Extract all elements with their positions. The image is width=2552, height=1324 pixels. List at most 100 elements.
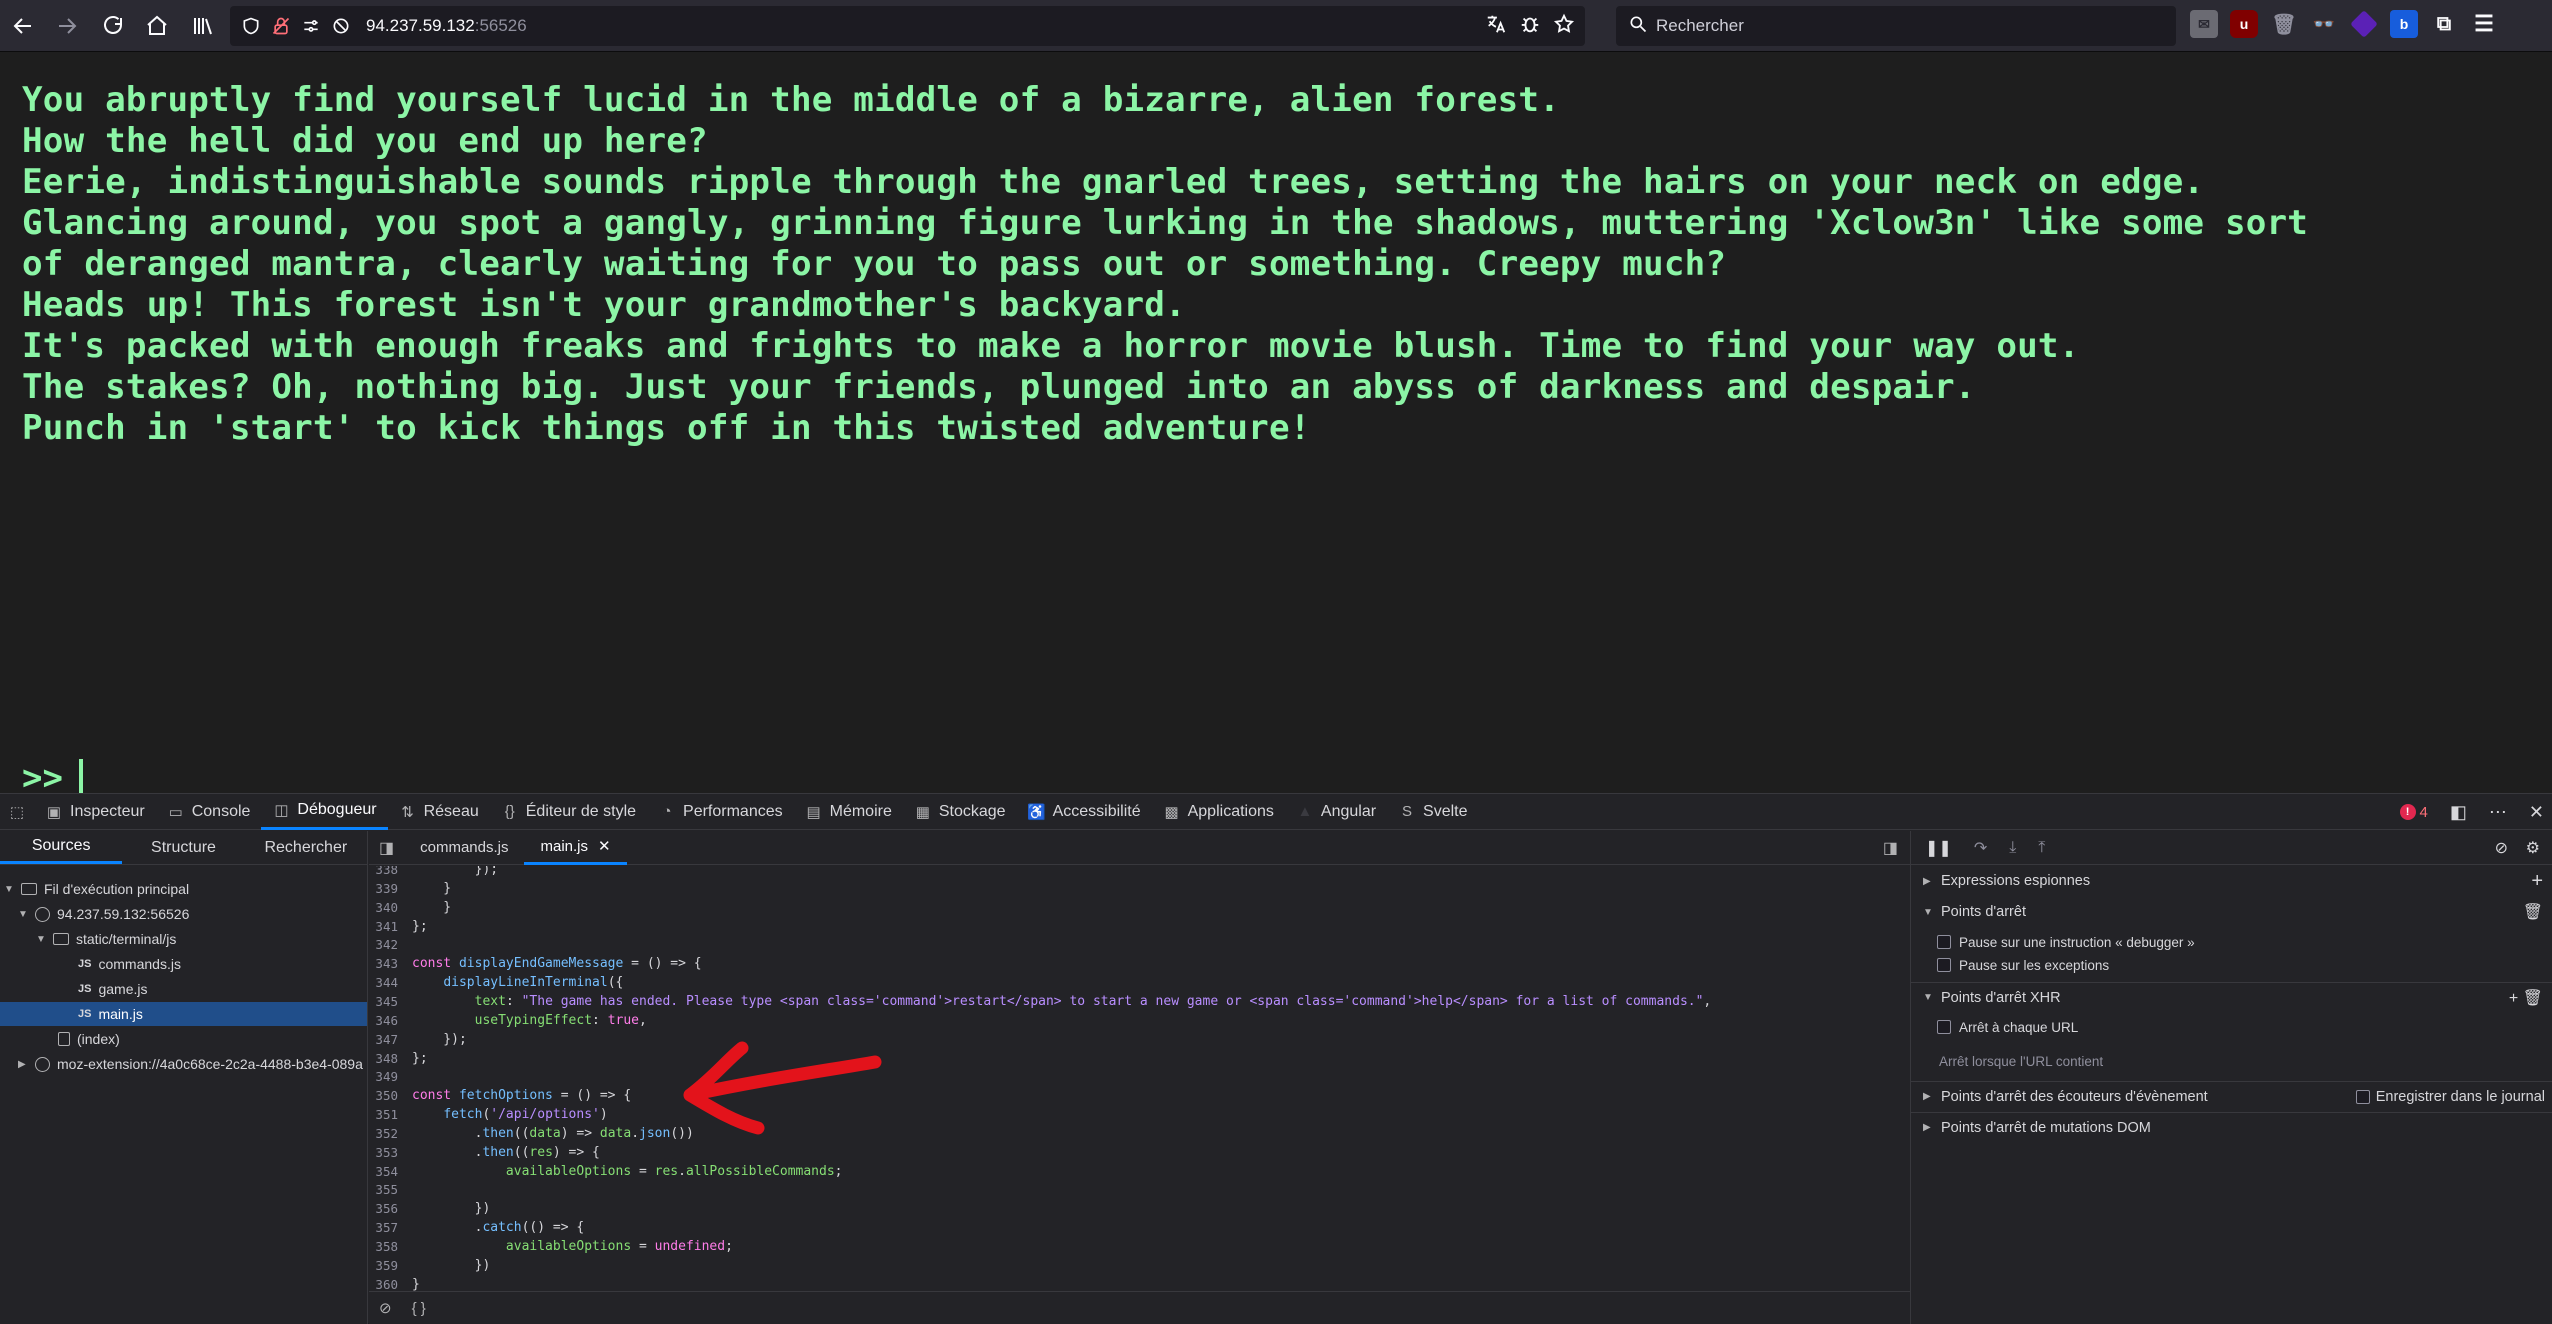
tab-inspector[interactable]: ▣ Inspecteur: [34, 794, 156, 830]
code-line[interactable]: 344 displayLineInTerminal({: [369, 975, 623, 994]
deactivate-breakpoints-icon[interactable]: ⊘: [2495, 838, 2508, 858]
checkbox[interactable]: [1937, 958, 1951, 972]
code-line[interactable]: 345 text: "The game has ended. Please ty…: [369, 994, 1711, 1013]
pause-icon[interactable]: ❚❚: [1925, 838, 1952, 858]
code-line[interactable]: 342: [369, 937, 412, 956]
insecure-lock-icon[interactable]: [270, 15, 292, 37]
line-number[interactable]: 352: [369, 1126, 402, 1145]
code-line[interactable]: 354 availableOptions = res.allPossibleCo…: [369, 1164, 842, 1183]
shield-icon[interactable]: [240, 15, 262, 37]
settings-gear-icon[interactable]: ⚙: [2526, 838, 2540, 858]
section-watch-expressions[interactable]: ▶ Expressions espionnes +: [1911, 866, 2552, 896]
tab-accessibility[interactable]: ♿ Accessibilité: [1017, 794, 1152, 830]
step-out-icon[interactable]: ⤒: [2038, 839, 2045, 857]
toggle-right-pane-icon[interactable]: ◨: [1883, 838, 1898, 858]
code-line[interactable]: 341};: [369, 919, 427, 938]
tree-file-game[interactable]: JS game.js: [78, 977, 148, 1001]
trash-extension-icon[interactable]: 🗑: [2270, 10, 2298, 38]
terminal-prompt[interactable]: >>: [22, 758, 83, 798]
tab-debugger[interactable]: ◫ Débogueur: [261, 794, 388, 830]
line-number[interactable]: 355: [369, 1182, 402, 1201]
ublock-icon[interactable]: u: [2230, 10, 2258, 38]
add-trash-icons[interactable]: + 🗑: [2509, 988, 2543, 1008]
code-line[interactable]: 350 const fetchOptions = () => {: [369, 1088, 631, 1107]
line-number[interactable]: 348: [369, 1051, 402, 1070]
code-line[interactable]: 338 });: [369, 866, 498, 881]
line-number[interactable]: 354: [369, 1164, 402, 1183]
line-number[interactable]: 349: [369, 1069, 402, 1088]
code-line[interactable]: 357 .catch(() => {: [369, 1220, 584, 1239]
library-button[interactable]: [180, 3, 226, 49]
tree-main-thread[interactable]: ▼ Fil d'exécution principal: [4, 877, 189, 901]
line-number[interactable]: 350: [369, 1088, 402, 1107]
line-number[interactable]: 341: [369, 919, 402, 938]
forward-button[interactable]: [44, 3, 90, 49]
tree-file-commands[interactable]: JS commands.js: [78, 952, 181, 976]
line-number[interactable]: 345: [369, 994, 402, 1013]
tree-index[interactable]: (index): [58, 1027, 120, 1051]
code-line[interactable]: 359 }): [369, 1258, 490, 1277]
section-dom-mutations[interactable]: ▶ Points d'arrêt de mutations DOM: [1911, 1112, 2552, 1142]
url-bar[interactable]: 94.237.59.132:56526: [230, 6, 1585, 46]
search-bar[interactable]: Rechercher: [1616, 6, 2176, 46]
line-number[interactable]: 357: [369, 1220, 402, 1239]
line-number[interactable]: 340: [369, 900, 402, 919]
code-line[interactable]: 343 const displayEndGameMessage = () => {: [369, 956, 701, 975]
checkbox[interactable]: [1937, 1020, 1951, 1034]
tab-search[interactable]: Rechercher: [245, 831, 367, 864]
url-contains-input[interactable]: Arrêt lorsque l'URL contient: [1911, 1050, 2552, 1072]
step-over-icon[interactable]: ↷: [1974, 838, 1987, 858]
tab-sources[interactable]: Sources: [0, 831, 123, 864]
purple-extension-icon[interactable]: [2350, 10, 2378, 38]
section-event-listeners[interactable]: ▶ Points d'arrêt des écouteurs d'évènemen…: [1911, 1081, 2552, 1111]
close-icon[interactable]: ✕: [2529, 802, 2544, 823]
tab-svelte[interactable]: S Svelte: [1387, 794, 1478, 830]
code-line[interactable]: 360}: [369, 1277, 419, 1291]
tree-host[interactable]: ▼ 94.237.59.132:56526: [18, 902, 189, 926]
bookmark-star-icon[interactable]: [1553, 13, 1575, 35]
line-number[interactable]: 346: [369, 1013, 402, 1032]
code-line[interactable]: 352 .then((data) => data.json()): [369, 1126, 693, 1145]
every-url-option[interactable]: Arrêt à chaque URL: [1911, 1016, 2552, 1038]
bitwarden-icon[interactable]: b: [2390, 10, 2418, 38]
translate-icon[interactable]: [1485, 13, 1507, 35]
extensions-puzzle-icon[interactable]: ⧉: [2430, 10, 2458, 38]
editor-tab-commands[interactable]: commands.js: [404, 831, 524, 865]
tab-network[interactable]: ⇅ Réseau: [388, 794, 490, 830]
editor-tab-main[interactable]: main.js ✕: [524, 831, 627, 865]
tree-file-main[interactable]: JS main.js: [0, 1002, 367, 1026]
tracking-icon[interactable]: [330, 15, 352, 37]
menu-hamburger-icon[interactable]: ☰: [2470, 10, 2498, 38]
line-number[interactable]: 343: [369, 956, 402, 975]
trash-icon[interactable]: 🗑: [2523, 902, 2543, 922]
error-count-badge[interactable]: ! 4: [2399, 804, 2428, 821]
permissions-icon[interactable]: [300, 15, 322, 37]
line-number[interactable]: 356: [369, 1201, 402, 1220]
code-line[interactable]: 347 });: [369, 1032, 466, 1051]
tab-storage[interactable]: ▦ Stockage: [903, 794, 1017, 830]
back-button[interactable]: [0, 3, 46, 49]
pause-debugger-option[interactable]: Pause sur une instruction « debugger »: [1911, 931, 2552, 953]
step-in-icon[interactable]: ⤓: [2009, 839, 2016, 857]
blackbox-icon[interactable]: ⊘: [379, 1299, 392, 1317]
checkbox[interactable]: [2355, 1089, 2370, 1104]
checkbox[interactable]: [1937, 935, 1951, 949]
tab-performance[interactable]: ◔ Performances: [647, 794, 794, 830]
code-line[interactable]: 340 }: [369, 900, 451, 919]
line-number[interactable]: 358: [369, 1239, 402, 1258]
code-line[interactable]: 353 .then((res) => {: [369, 1145, 599, 1164]
element-picker-button[interactable]: ⬚: [0, 794, 34, 830]
pause-exceptions-option[interactable]: Pause sur les exceptions: [1911, 954, 2552, 976]
code-line[interactable]: 355: [369, 1182, 412, 1201]
line-number[interactable]: 353: [369, 1145, 402, 1164]
line-number[interactable]: 351: [369, 1107, 402, 1126]
line-number[interactable]: 342: [369, 937, 402, 956]
tree-folder[interactable]: ▼ static/terminal/js: [36, 927, 176, 951]
line-number[interactable]: 347: [369, 1032, 402, 1051]
reload-button[interactable]: [90, 3, 136, 49]
dock-icon[interactable]: ◧: [2450, 802, 2467, 823]
tab-memory[interactable]: ▤ Mémoire: [794, 794, 903, 830]
section-xhr-breakpoints[interactable]: ▼ Points d'arrêt XHR + 🗑: [1911, 982, 2552, 1012]
bug-icon[interactable]: [1519, 13, 1541, 35]
tab-outline[interactable]: Structure: [122, 831, 244, 864]
